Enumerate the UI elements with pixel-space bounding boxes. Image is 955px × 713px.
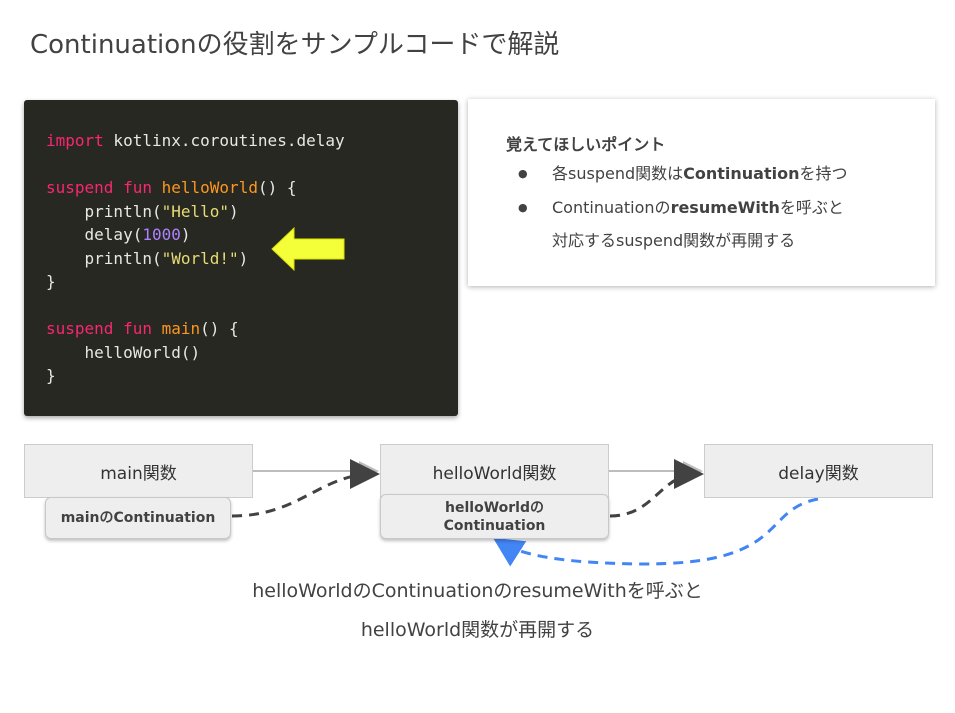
- helloworld-function-box: helloWorld関数: [380, 444, 609, 498]
- resume-caption-line1: helloWorldのContinuationのresumeWithを呼ぶと: [252, 580, 703, 602]
- main-function-box: main関数: [24, 444, 253, 498]
- continuation-arrow-hello: [609, 459, 704, 518]
- helloworld-continuation-label-line2: Continuation: [443, 517, 546, 534]
- continuation-arrow-main: [231, 459, 380, 518]
- helloworld-continuation-box: helloWorldの Continuation: [380, 494, 609, 539]
- helloworld-function-label: helloWorld関数: [432, 463, 557, 484]
- delay-function-box: delay関数: [704, 444, 933, 498]
- main-continuation-box: mainのContinuation: [45, 497, 231, 539]
- resume-caption-line2: helloWorld関数が再開する: [360, 619, 595, 641]
- delay-function-label: delay関数: [778, 463, 859, 484]
- helloworld-continuation-label-line1: helloWorldの: [445, 499, 544, 516]
- main-function-label: main関数: [100, 463, 177, 484]
- main-continuation-label: mainのContinuation: [60, 510, 216, 526]
- diagram-connectors: [231, 459, 819, 567]
